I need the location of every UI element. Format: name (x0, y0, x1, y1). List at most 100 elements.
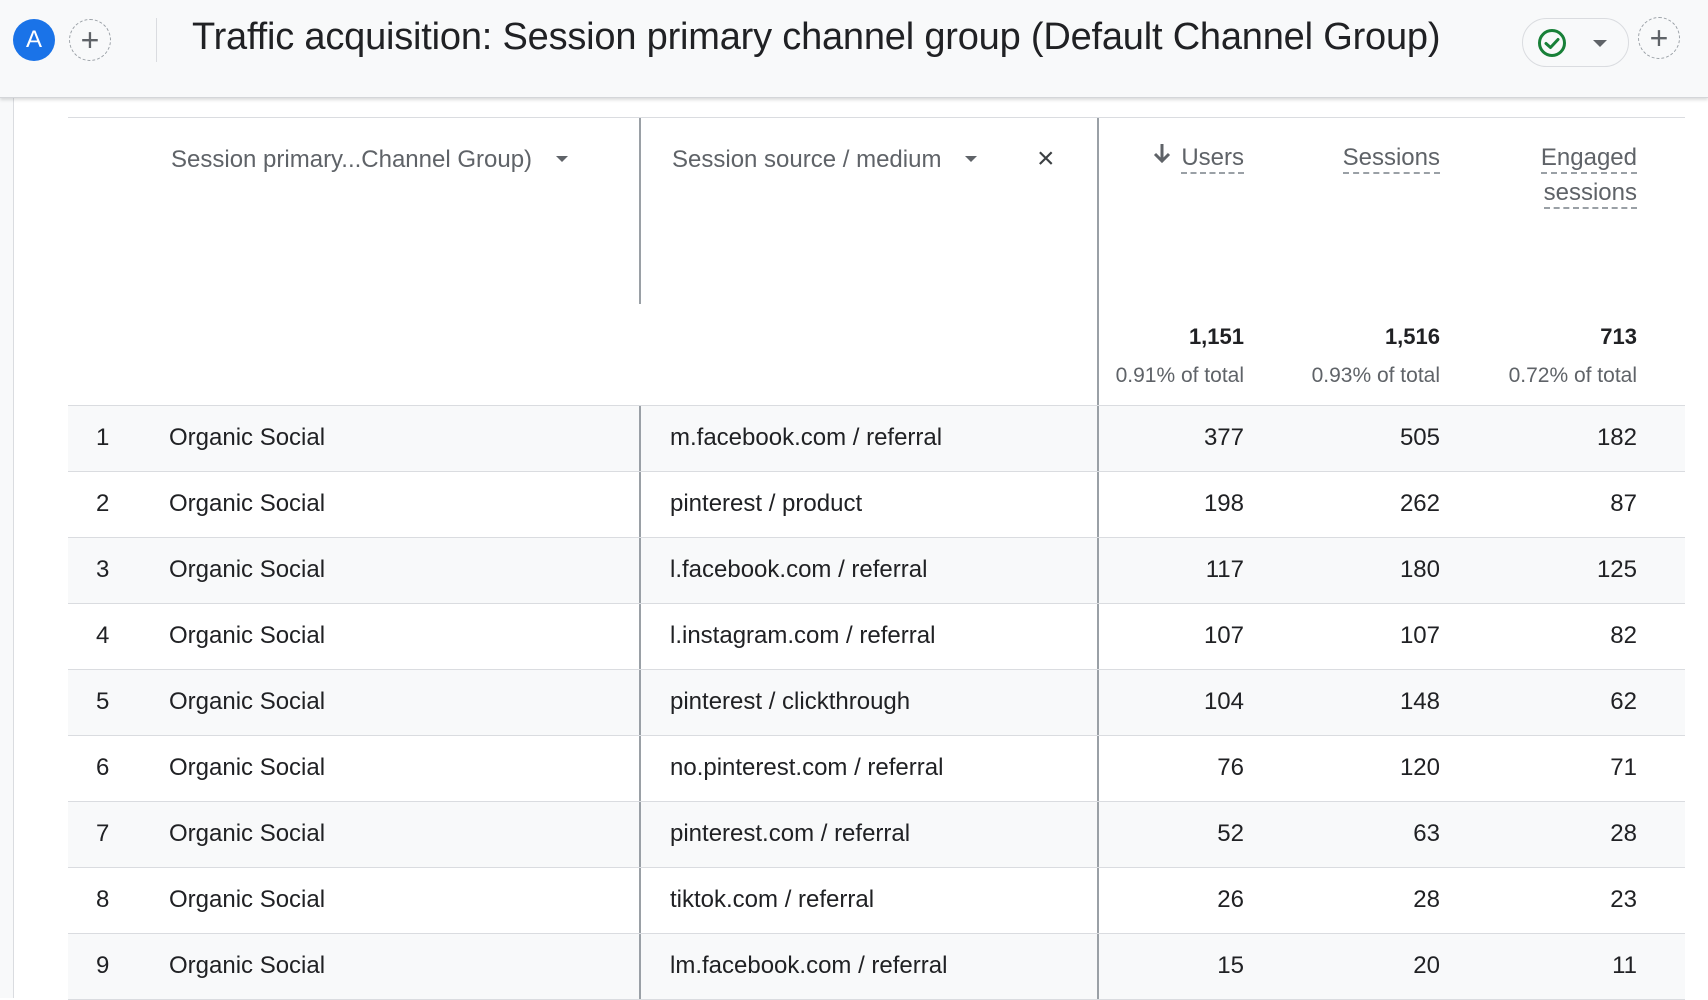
cell-users: 198 (1203, 490, 1244, 517)
table-row[interactable]: 3 Organic Social l.facebook.com / referral… (68, 538, 1685, 604)
cell-engaged-sessions: 28 (1610, 820, 1637, 847)
cell-channel: Organic Social (169, 622, 326, 649)
cell-source-medium: lm.facebook.com / referral (670, 952, 948, 979)
metric-header-users[interactable]: Users (1153, 140, 1244, 175)
cell-sessions: 63 (1413, 820, 1440, 847)
column-divider (1097, 604, 1099, 669)
column-divider (1097, 868, 1099, 933)
cell-users: 117 (1205, 556, 1244, 583)
table-row[interactable]: 4 Organic Social l.instagram.com / referra… (68, 604, 1685, 670)
row-index: 8 (96, 886, 110, 913)
cell-sessions: 107 (1399, 622, 1440, 649)
cell-engaged-sessions: 23 (1610, 886, 1637, 913)
data-quality-status-button[interactable] (1522, 18, 1629, 67)
dropdown-caret-icon[interactable] (965, 155, 978, 162)
column-divider (639, 472, 641, 537)
cell-sessions: 180 (1399, 556, 1440, 583)
cell-channel: Organic Social (169, 424, 326, 451)
table-row[interactable]: 1 Organic Social m.facebook.com / referral… (68, 405, 1685, 472)
cell-channel: Organic Social (169, 490, 326, 517)
column-divider (1097, 736, 1099, 801)
dimension-header-source-medium[interactable]: Session source / medium (672, 146, 978, 174)
table-top-border (68, 117, 1685, 118)
column-divider (639, 604, 641, 669)
column-divider (1097, 406, 1099, 471)
cell-users: 104 (1203, 688, 1244, 715)
column-divider (1097, 118, 1099, 405)
plus-icon: + (1649, 20, 1669, 56)
total-engaged-percent: 0.72% of total (1508, 364, 1637, 387)
cell-channel: Organic Social (169, 820, 326, 847)
cell-engaged-sessions: 87 (1610, 490, 1637, 517)
cell-sessions: 262 (1399, 490, 1440, 517)
cell-source-medium: pinterest.com / referral (670, 820, 911, 847)
total-users: 1,151 (1188, 324, 1244, 349)
cell-engaged-sessions: 11 (1612, 952, 1637, 979)
cell-channel: Organic Social (169, 754, 326, 781)
dimension-header-label: Session primary...Channel Group) (171, 146, 533, 173)
cell-channel: Organic Social (169, 886, 326, 913)
customize-report-button[interactable]: + (1638, 17, 1680, 59)
page-title: Traffic acquisition: Session primary cha… (192, 16, 1441, 58)
cell-users: 52 (1217, 820, 1244, 847)
header-divider (156, 18, 157, 62)
row-index: 2 (96, 490, 110, 517)
table-row[interactable]: 5 Organic Social pinterest / clickthrough 1… (68, 670, 1685, 736)
dimension-header-channel-group[interactable]: Session primary...Channel Group) (171, 146, 569, 174)
table-row[interactable]: 2 Organic Social pinterest / product 198 262… (68, 472, 1685, 538)
comparison-avatar[interactable]: A (13, 19, 55, 61)
total-engaged-sessions: 713 (1600, 324, 1637, 349)
cell-source-medium: l.facebook.com / referral (670, 556, 928, 583)
row-index: 6 (96, 754, 110, 781)
total-sessions-percent: 0.93% of total (1311, 364, 1440, 387)
metric-header-engaged-sessions[interactable]: Engaged sessions (1540, 140, 1637, 210)
left-panel-edge (0, 97, 14, 998)
table-body: 1 Organic Social m.facebook.com / referral… (68, 405, 1685, 1000)
cell-users: 107 (1203, 622, 1244, 649)
cell-source-medium: l.instagram.com / referral (670, 622, 936, 649)
total-sessions: 1,516 (1384, 324, 1440, 349)
column-divider (1097, 802, 1099, 867)
cell-users: 76 (1217, 754, 1244, 781)
cell-users: 26 (1217, 886, 1244, 913)
row-index: 1 (96, 424, 110, 451)
column-divider (639, 934, 641, 999)
cell-sessions: 505 (1399, 424, 1440, 451)
cell-source-medium: m.facebook.com / referral (670, 424, 943, 451)
dimension-header-label: Session source / medium (672, 146, 942, 173)
column-divider (1097, 670, 1099, 735)
column-divider (639, 868, 641, 933)
table-row[interactable]: 7 Organic Social pinterest.com / referral 5… (68, 802, 1685, 868)
sort-descending-icon[interactable] (1153, 140, 1171, 166)
cell-users: 15 (1217, 952, 1244, 979)
remove-dimension-button[interactable]: × (1037, 144, 1055, 174)
metric-header-sessions[interactable]: Sessions (1342, 140, 1440, 175)
cell-sessions: 20 (1413, 952, 1440, 979)
cell-engaged-sessions: 62 (1610, 688, 1637, 715)
dropdown-caret-icon[interactable] (556, 155, 569, 162)
metric-header-label: Users (1181, 144, 1244, 174)
column-divider (639, 802, 641, 867)
metric-header-label: sessions (1543, 179, 1637, 209)
table-row[interactable]: 9 Organic Social lm.facebook.com / referra… (68, 934, 1685, 1000)
cell-engaged-sessions: 82 (1610, 622, 1637, 649)
total-users-percent: 0.91% of total (1115, 364, 1244, 387)
row-index: 3 (96, 556, 110, 583)
row-index: 7 (96, 820, 110, 847)
close-icon: × (1037, 142, 1055, 175)
cell-users: 377 (1203, 424, 1244, 451)
cell-source-medium: tiktok.com / referral (670, 886, 875, 913)
plus-icon: + (80, 22, 100, 58)
report-header: A + Traffic acquisition: Session primary… (0, 0, 1708, 98)
cell-channel: Organic Social (169, 688, 326, 715)
cell-channel: Organic Social (169, 556, 326, 583)
cell-source-medium: no.pinterest.com / referral (670, 754, 944, 781)
table-row[interactable]: 8 Organic Social tiktok.com / referral 26 28… (68, 868, 1685, 934)
cell-channel: Organic Social (169, 952, 326, 979)
column-divider (1097, 472, 1099, 537)
add-comparison-button[interactable]: + (69, 19, 111, 61)
chevron-down-icon (1593, 40, 1607, 47)
metric-header-label: Sessions (1342, 144, 1440, 174)
column-divider (639, 736, 641, 801)
table-row[interactable]: 6 Organic Social no.pinterest.com / referr… (68, 736, 1685, 802)
